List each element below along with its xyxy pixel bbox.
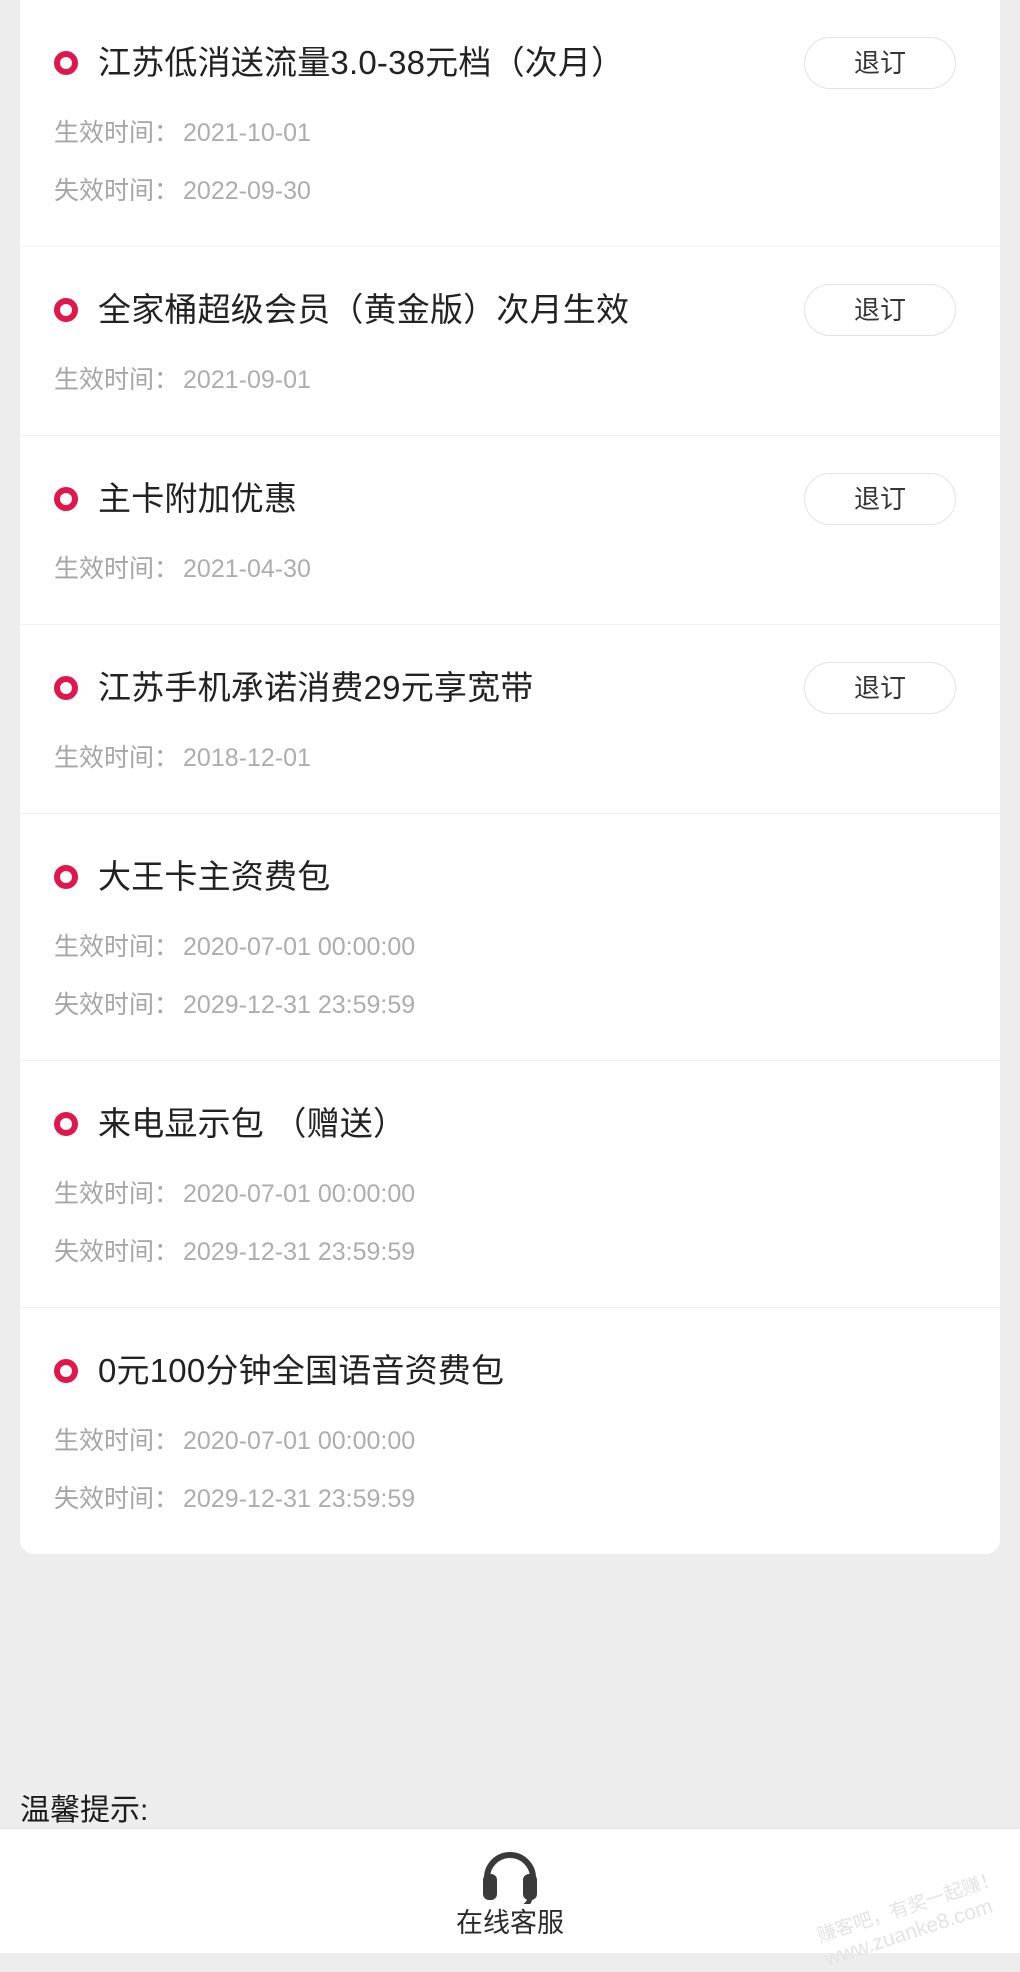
package-header: 江苏低消送流量3.0-38元档（次月） 退订 bbox=[52, 34, 968, 92]
online-service-button[interactable]: 在线客服 bbox=[456, 1842, 564, 1940]
effective-time-value: 2020-07-01 00:00:00 bbox=[183, 1427, 416, 1455]
package-name: 全家桶超级会员（黄金版）次月生效 bbox=[98, 291, 630, 328]
expiry-time-value: 2022-09-30 bbox=[183, 177, 311, 205]
effective-time-value: 2021-04-30 bbox=[183, 555, 311, 583]
effective-time-value: 2018-12-01 bbox=[183, 744, 311, 772]
package-header: 全家桶超级会员（黄金版）次月生效 退订 bbox=[52, 281, 968, 339]
package-item: 江苏手机承诺消费29元享宽带 退订生效时间： 2018-12-01 bbox=[20, 625, 1000, 814]
unsubscribe-button[interactable]: 退订 bbox=[804, 473, 956, 525]
effective-time-label: 生效时间： bbox=[54, 933, 180, 961]
effective-time-label: 生效时间： bbox=[54, 119, 180, 147]
package-header: 江苏手机承诺消费29元享宽带 退订 bbox=[52, 659, 968, 717]
effective-time-label: 生效时间： bbox=[54, 366, 180, 394]
package-header: 0元100分钟全国语音资费包 bbox=[52, 1342, 968, 1400]
effective-time-value: 2020-07-01 00:00:00 bbox=[183, 933, 416, 961]
expiry-time: 失效时间： 2029-12-31 23:59:59 bbox=[54, 1235, 968, 1269]
package-item: 主卡附加优惠 退订生效时间： 2021-04-30 bbox=[20, 436, 1000, 625]
effective-time-value: 2021-09-01 bbox=[183, 366, 311, 394]
unsubscribe-button[interactable]: 退订 bbox=[804, 662, 956, 714]
red-ring-icon bbox=[54, 865, 78, 889]
package-name: 江苏手机承诺消费29元享宽带 bbox=[98, 669, 534, 706]
online-service-label: 在线客服 bbox=[456, 1908, 564, 1938]
red-ring-icon bbox=[54, 51, 78, 75]
effective-time: 生效时间： 2021-09-01 bbox=[54, 363, 968, 397]
expiry-time: 失效时间： 2029-12-31 23:59:59 bbox=[54, 988, 968, 1022]
package-item: 全家桶超级会员（黄金版）次月生效 退订生效时间： 2021-09-01 bbox=[20, 247, 1000, 436]
effective-time-label: 生效时间： bbox=[54, 744, 180, 772]
expiry-time-label: 失效时间： bbox=[54, 1238, 180, 1266]
headset-icon bbox=[479, 1846, 541, 1911]
effective-time: 生效时间： 2020-07-01 00:00:00 bbox=[54, 1177, 968, 1211]
effective-time-value: 2020-07-01 00:00:00 bbox=[183, 1180, 416, 1208]
package-name: 江苏低消送流量3.0-38元档（次月） bbox=[98, 44, 625, 81]
expiry-time-label: 失效时间： bbox=[54, 991, 180, 1019]
effective-time: 生效时间： 2020-07-01 00:00:00 bbox=[54, 1424, 968, 1458]
effective-time-label: 生效时间： bbox=[54, 555, 180, 583]
tips-block: 温馨提示: bbox=[20, 1791, 980, 1831]
red-ring-icon bbox=[54, 676, 78, 700]
package-name: 大王卡主资费包 bbox=[98, 858, 331, 895]
expiry-time-value: 2029-12-31 23:59:59 bbox=[183, 1485, 416, 1513]
expiry-time-label: 失效时间： bbox=[54, 177, 180, 205]
expiry-time-label: 失效时间： bbox=[54, 1485, 180, 1513]
package-name: 0元100分钟全国语音资费包 bbox=[98, 1352, 505, 1389]
effective-time: 生效时间： 2021-10-01 bbox=[54, 116, 968, 150]
package-header: 来电显示包 （赠送） bbox=[52, 1095, 968, 1153]
unsubscribe-slot-empty bbox=[804, 851, 968, 903]
expiry-time-value: 2029-12-31 23:59:59 bbox=[183, 1238, 416, 1266]
unsubscribe-slot-empty bbox=[804, 1345, 968, 1397]
package-header: 大王卡主资费包 bbox=[52, 848, 968, 906]
package-item: 大王卡主资费包生效时间： 2020-07-01 00:00:00 失效时间： 2029… bbox=[20, 814, 1000, 1061]
package-name: 主卡附加优惠 bbox=[98, 480, 298, 517]
bottom-navigation-bar: 在线客服 bbox=[0, 1828, 1020, 1953]
effective-time: 生效时间： 2021-04-30 bbox=[54, 552, 968, 586]
effective-time: 生效时间： 2018-12-01 bbox=[54, 741, 968, 775]
expiry-time-value: 2029-12-31 23:59:59 bbox=[183, 991, 416, 1019]
effective-time: 生效时间： 2020-07-01 00:00:00 bbox=[54, 930, 968, 964]
package-list: 江苏低消送流量3.0-38元档（次月） 退订 生效时间： 2021-10-01 失效时间… bbox=[20, 0, 1000, 1554]
effective-time-label: 生效时间： bbox=[54, 1427, 180, 1455]
red-ring-icon bbox=[54, 1359, 78, 1383]
expiry-time: 失效时间： 2022-09-30 bbox=[54, 174, 968, 208]
package-item: 来电显示包 （赠送） 生效时间： 2020-07-01 00:00:00 失效时间： 2… bbox=[20, 1061, 1000, 1308]
tips-title: 温馨提示: bbox=[20, 1794, 149, 1827]
package-item: 江苏低消送流量3.0-38元档（次月） 退订生效时间： 2021-10-01 失效时间… bbox=[20, 0, 1000, 247]
red-ring-icon bbox=[54, 487, 78, 511]
unsubscribe-button[interactable]: 退订 bbox=[804, 37, 956, 89]
package-name: 来电显示包 （赠送） bbox=[98, 1105, 407, 1142]
effective-time-label: 生效时间： bbox=[54, 1180, 180, 1208]
red-ring-icon bbox=[54, 1112, 78, 1136]
unsubscribe-button[interactable]: 退订 bbox=[804, 284, 956, 336]
expiry-time: 失效时间： 2029-12-31 23:59:59 bbox=[54, 1482, 968, 1516]
red-ring-icon bbox=[54, 298, 78, 322]
unsubscribe-slot-empty bbox=[804, 1098, 968, 1150]
effective-time-value: 2021-10-01 bbox=[183, 119, 311, 147]
package-item: 0元100分钟全国语音资费包生效时间： 2020-07-01 00:00:00 失效… bbox=[20, 1308, 1000, 1554]
package-header: 主卡附加优惠 退订 bbox=[52, 470, 968, 528]
